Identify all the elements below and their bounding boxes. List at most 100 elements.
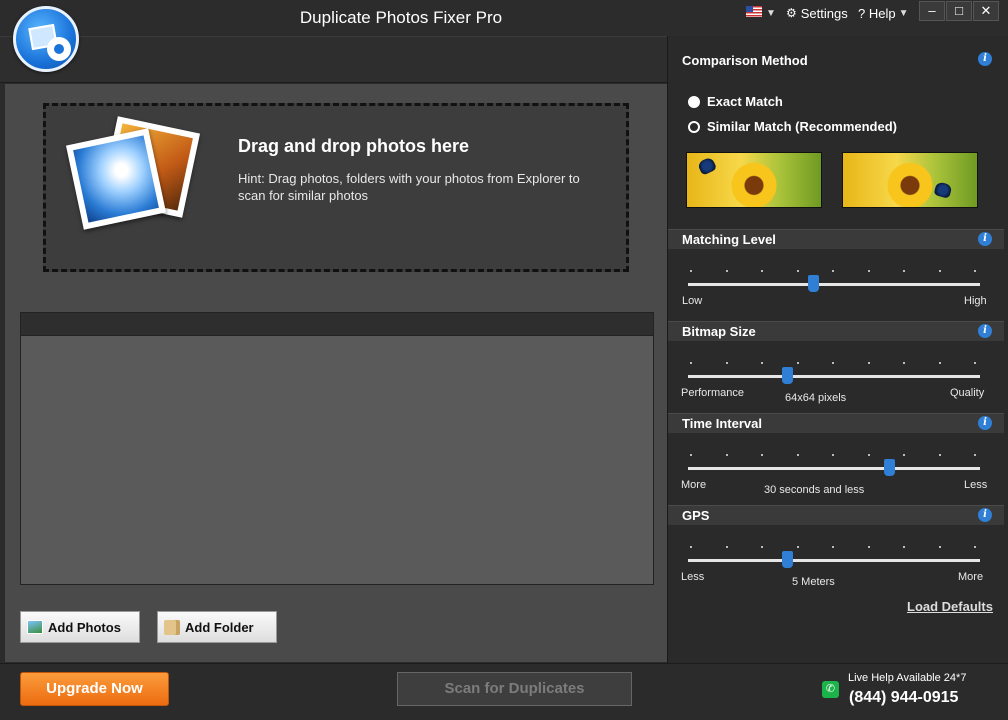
help-menu[interactable]: ? Help ▼ (858, 4, 908, 22)
radio-unselected-icon (688, 120, 700, 133)
info-icon[interactable]: i (978, 416, 992, 430)
close-button[interactable]: ✕ (973, 1, 999, 21)
slider-tick (832, 546, 834, 548)
gps-right-label: More (958, 571, 984, 583)
photo-icon (27, 620, 43, 634)
slider-tick (867, 362, 870, 364)
time-interval-slider-handle[interactable] (883, 459, 895, 476)
time-interval-title: Time Interval (682, 416, 762, 431)
matching-level-title: Matching Level (682, 232, 776, 247)
chevron-down-icon: ▼ (898, 7, 909, 19)
help-label: ? Help (858, 5, 896, 21)
slider-tick (761, 546, 763, 548)
bitmap-size-right-label: Quality (950, 387, 985, 399)
slider-tick (690, 270, 692, 272)
add-folder-label: Add Folder (185, 619, 254, 635)
radio-similar-match[interactable]: Similar Match (Recommended) (688, 119, 897, 134)
folder-icon (164, 619, 180, 635)
slider-tick (938, 270, 941, 272)
exact-match-label: Exact Match (707, 94, 783, 109)
slider-tick (867, 546, 870, 548)
comparison-method-title: Comparison Method (682, 53, 808, 68)
flag-icon[interactable] (746, 6, 762, 17)
gps-header (668, 505, 1004, 525)
maximize-button[interactable]: □ (946, 1, 972, 21)
slider-tick (725, 362, 728, 364)
slider-tick (974, 454, 976, 456)
slider-tick (867, 454, 870, 456)
window-title: Duplicate Photos Fixer Pro (299, 8, 503, 27)
slider-tick (832, 454, 834, 456)
add-photos-label: Add Photos (48, 619, 121, 635)
gps-slider-handle[interactable] (781, 551, 793, 568)
slider-tick (796, 454, 799, 456)
time-interval-slider[interactable] (688, 467, 980, 470)
slider-tick (761, 270, 763, 272)
slider-tick (690, 454, 692, 456)
photos-icon (65, 116, 201, 232)
language-dropdown[interactable]: ▼ (766, 4, 776, 22)
info-icon[interactable]: i (978, 508, 992, 522)
gps-value: 5 Meters (792, 576, 835, 588)
comparison-preview-image (686, 152, 822, 208)
phone-number: (844) 944-0915 (849, 689, 959, 706)
similar-match-label: Similar Match (Recommended) (707, 119, 897, 134)
slider-tick (938, 362, 941, 364)
gps-title: GPS (682, 508, 710, 523)
info-icon[interactable]: i (978, 52, 992, 66)
bitmap-size-title: Bitmap Size (682, 324, 756, 339)
bitmap-size-slider[interactable] (688, 375, 980, 378)
live-help-text: Live Help Available 24*7 (848, 672, 967, 684)
header-strip (0, 36, 667, 83)
photo-list[interactable] (20, 312, 654, 585)
slider-tick (725, 270, 728, 272)
slider-tick (938, 546, 941, 548)
upgrade-now-button[interactable]: Upgrade Now (20, 672, 169, 706)
matching-level-low-label: Low (682, 295, 703, 307)
slider-tick (903, 454, 905, 456)
slider-tick (761, 362, 763, 364)
add-photos-button[interactable]: Add Photos (20, 611, 140, 643)
photo-list-header (21, 313, 653, 336)
time-interval-value: 30 seconds and less (764, 484, 865, 496)
gps-left-label: Less (681, 571, 705, 583)
chevron-down-icon: ▼ (766, 7, 776, 19)
matching-level-slider[interactable] (688, 283, 980, 286)
slider-tick (761, 454, 763, 456)
slider-tick (974, 362, 976, 364)
slider-tick (938, 454, 941, 456)
slider-tick (796, 270, 799, 272)
dropzone-title: Drag and drop photos here (238, 136, 470, 156)
slider-tick (974, 546, 976, 548)
dropzone-hint: Hint: Drag photos, folders with your pho… (238, 171, 580, 203)
app-logo-icon (13, 6, 79, 72)
slider-tick (690, 362, 692, 364)
slider-tick (832, 362, 834, 364)
radio-exact-match[interactable]: Exact Match (688, 94, 783, 109)
load-defaults-link[interactable]: Load Defaults (907, 599, 993, 614)
minimize-button[interactable]: – (919, 1, 945, 21)
radio-selected-icon (688, 95, 700, 108)
info-icon[interactable]: i (978, 232, 992, 246)
time-interval-right-label: Less (964, 479, 988, 491)
scan-for-duplicates-button[interactable]: Scan for Duplicates (397, 672, 632, 706)
bitmap-size-slider-handle[interactable] (781, 367, 793, 384)
phone-icon: ✆ (822, 681, 839, 698)
add-folder-button[interactable]: Add Folder (157, 611, 277, 643)
settings-label: Settings (800, 5, 848, 21)
slider-tick (974, 270, 976, 272)
slider-tick (832, 270, 834, 272)
matching-level-high-label: High (964, 295, 987, 307)
comparison-preview-image (842, 152, 978, 208)
slider-tick (690, 546, 692, 548)
time-interval-left-label: More (681, 479, 707, 491)
info-icon[interactable]: i (978, 324, 992, 338)
slider-tick (725, 454, 728, 456)
slider-tick (867, 270, 870, 272)
gear-icon: ⚙ (786, 6, 797, 20)
gps-slider[interactable] (688, 559, 980, 562)
slider-tick (796, 362, 799, 364)
matching-level-slider-handle[interactable] (808, 275, 820, 292)
settings-menu[interactable]: ⚙ Settings (786, 4, 848, 22)
bitmap-size-value: 64x64 pixels (785, 392, 847, 404)
